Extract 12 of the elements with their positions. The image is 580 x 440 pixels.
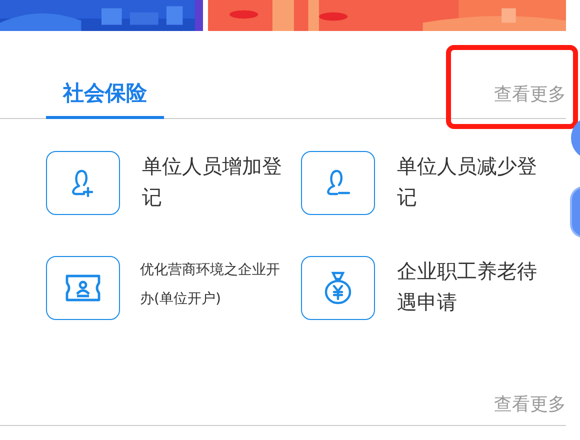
person-button[interactable]: [46, 151, 120, 215]
money-bag-button[interactable]: [301, 256, 375, 320]
service-link[interactable]: 企业职工养老待遇申请: [397, 256, 543, 318]
id-card-icon: [65, 274, 101, 302]
money-bag-icon: [323, 271, 353, 305]
person-button[interactable]: [301, 151, 375, 215]
floating-button[interactable]: [570, 186, 580, 238]
tab[interactable]: 社会保险: [46, 79, 164, 119]
service-link[interactable]: 优化营商环境之企业开办(单位开户): [140, 256, 292, 314]
id-card-button[interactable]: [46, 256, 120, 320]
service-link[interactable]: 单位人员增加登记: [142, 151, 288, 213]
service-link[interactable]: 单位人员减少登记: [397, 151, 543, 213]
